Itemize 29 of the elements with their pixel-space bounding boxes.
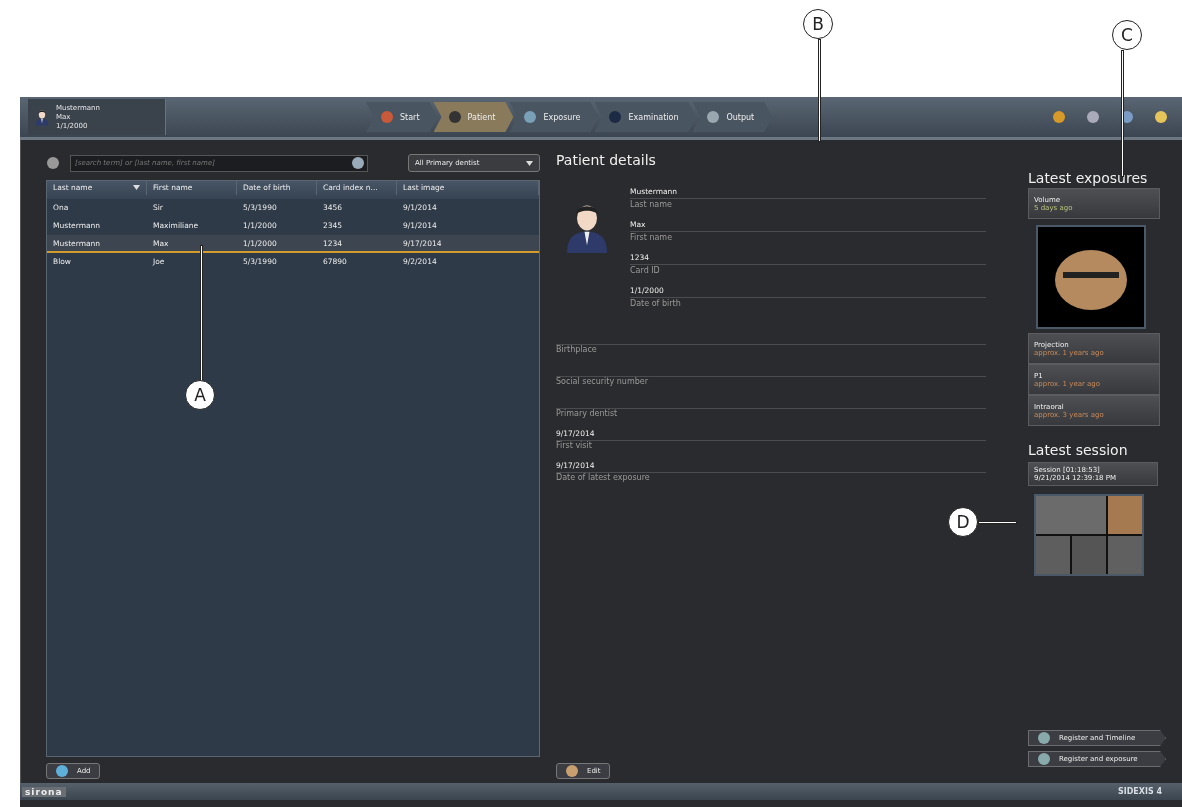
section-title: Latest exposures bbox=[1028, 170, 1149, 186]
caret-icon bbox=[526, 160, 533, 166]
product-name: SIDEXIS 4 bbox=[1117, 787, 1162, 796]
scan-thumbnail[interactable] bbox=[1036, 536, 1070, 574]
workflow-tab[interactable]: Exposure bbox=[509, 102, 599, 132]
callout-label: B bbox=[803, 9, 833, 39]
workflow-tab[interactable]: Start bbox=[366, 102, 438, 132]
scan-thumbnail[interactable] bbox=[1036, 496, 1106, 534]
field-label: Card ID bbox=[630, 266, 660, 277]
workflow-tab[interactable]: Patient bbox=[433, 102, 514, 132]
field-label: Primary dentist bbox=[556, 409, 618, 420]
scan-thumbnail[interactable] bbox=[1108, 536, 1142, 574]
workflow-tab[interactable]: Output bbox=[692, 102, 773, 132]
brand-logo: sirona bbox=[22, 786, 66, 797]
field-label: Date of latest exposure bbox=[556, 473, 650, 484]
leader-line bbox=[978, 521, 1017, 524]
person-icon bbox=[34, 108, 50, 126]
field-label: Date of birth bbox=[630, 299, 681, 310]
section-title: Latest session bbox=[1028, 442, 1129, 458]
field-label: First visit bbox=[556, 441, 592, 452]
callout-label: C bbox=[1112, 20, 1142, 50]
scan-thumbnail[interactable] bbox=[1108, 496, 1142, 534]
field-label: Last name bbox=[630, 200, 672, 211]
scan-thumbnail[interactable] bbox=[1072, 536, 1106, 574]
field-label: First name bbox=[630, 233, 673, 244]
workflow-tab[interactable]: Examination bbox=[594, 102, 697, 132]
field-label: Social security number bbox=[556, 377, 648, 388]
section-title: Patient details bbox=[556, 152, 657, 168]
field-label: Birthplace bbox=[556, 345, 597, 356]
